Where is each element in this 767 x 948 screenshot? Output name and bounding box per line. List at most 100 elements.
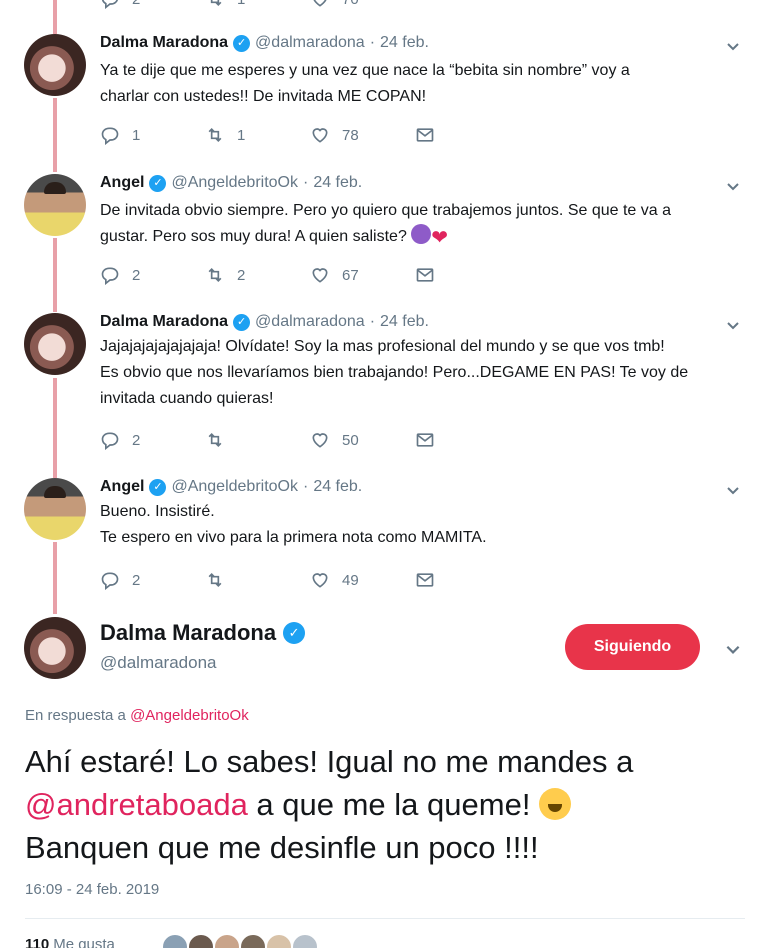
- reply-count: 2: [132, 0, 140, 8]
- dm-action[interactable]: [415, 570, 520, 590]
- retweet-action[interactable]: 2: [205, 265, 310, 285]
- author-handle[interactable]: @AngeldebritoOk: [171, 174, 298, 192]
- likes-count: 110: [25, 936, 50, 948]
- reply-count: 2: [132, 431, 141, 449]
- retweet-action[interactable]: [205, 430, 310, 450]
- dm-action[interactable]: [415, 430, 520, 450]
- dm-action[interactable]: [415, 125, 520, 145]
- chevron-down-icon[interactable]: [725, 178, 741, 194]
- main-tweet-text: Ahí estaré! Lo sabes! Igual no me mandes…: [25, 740, 745, 869]
- likes-summary[interactable]: 110 Me gusta: [25, 936, 115, 948]
- like-count: 70: [342, 0, 359, 8]
- retweet-action[interactable]: [205, 570, 310, 590]
- author-handle[interactable]: @dalmaradona: [255, 34, 365, 52]
- reply-icon: [101, 432, 119, 450]
- reply-count: 2: [132, 266, 141, 284]
- tweet-text: De invitada obvio siempre. Pero yo quier…: [100, 198, 750, 250]
- following-button[interactable]: Siguiendo: [565, 624, 700, 670]
- like-action[interactable]: 67: [310, 265, 415, 285]
- reply-action[interactable]: 2: [100, 265, 205, 285]
- tweet-header: Angel ✓ @AngeldebritoOk · 24 feb.: [100, 174, 362, 192]
- prev-tweet-actions: 2 1 70: [100, 0, 415, 10]
- avatar[interactable]: [187, 933, 215, 948]
- avatar[interactable]: [265, 933, 293, 948]
- reply-action[interactable]: 2: [100, 430, 205, 450]
- avatar[interactable]: [24, 34, 86, 96]
- reply-icon: [101, 572, 119, 590]
- main-text-line: @andretaboada a que me la queme!: [25, 783, 745, 826]
- like-action[interactable]: 70: [310, 0, 415, 9]
- reply-prefix: En respuesta a: [25, 707, 126, 724]
- like-action[interactable]: 50: [310, 430, 415, 450]
- chevron-down-icon[interactable]: [725, 482, 741, 498]
- author-name[interactable]: Dalma Maradona: [100, 620, 276, 646]
- reply-action[interactable]: 2: [100, 570, 205, 590]
- avatar[interactable]: [24, 478, 86, 540]
- verified-icon: ✓: [233, 313, 251, 331]
- like-action[interactable]: 49: [310, 570, 415, 590]
- tweet[interactable]: Angel ✓ @AngeldebritoOk · 24 feb. De inv…: [0, 174, 767, 294]
- main-author: Dalma Maradona ✓: [100, 620, 310, 646]
- avatar[interactable]: [24, 313, 86, 375]
- tweet-text: Bueno. Insistiré. Te espero en vivo para…: [100, 499, 750, 551]
- author-handle[interactable]: @dalmaradona: [255, 313, 365, 331]
- reply-action[interactable]: 2: [100, 0, 205, 9]
- chevron-down-icon[interactable]: [724, 640, 742, 658]
- verified-icon: ✓: [149, 478, 167, 496]
- heart-icon: [312, 268, 328, 283]
- tweet-timestamp[interactable]: 16:09 - 24 feb. 2019: [25, 881, 159, 898]
- like-count: 78: [342, 126, 359, 144]
- devil-emoji-icon: [411, 224, 432, 244]
- envelope-icon: [416, 433, 434, 447]
- chevron-down-icon[interactable]: [725, 38, 741, 54]
- author-name[interactable]: Dalma Maradona: [100, 34, 228, 52]
- author-handle[interactable]: @AngeldebritoOk: [171, 478, 298, 496]
- chevron-down-icon[interactable]: [725, 317, 741, 333]
- divider: [25, 918, 745, 919]
- tweet-text-line: Bueno. Insistiré.: [100, 503, 215, 520]
- retweet-icon: [208, 432, 222, 448]
- author-name[interactable]: Angel: [100, 174, 144, 192]
- dm-action[interactable]: [415, 265, 520, 285]
- separator: ·: [369, 34, 376, 51]
- avatar[interactable]: [24, 617, 86, 679]
- reply-count: 2: [132, 571, 141, 589]
- avatar[interactable]: [24, 174, 86, 236]
- retweet-action[interactable]: 1: [205, 125, 310, 145]
- reply-icon: [101, 267, 119, 285]
- heart-icon: [312, 128, 328, 143]
- avatar[interactable]: [291, 933, 319, 948]
- avatar[interactable]: [213, 933, 241, 948]
- avatar[interactable]: [239, 933, 267, 948]
- mention-link[interactable]: @andretaboada: [25, 787, 248, 822]
- retweet-icon: [208, 572, 222, 588]
- tweet-date[interactable]: 24 feb.: [313, 174, 362, 192]
- liker-avatars: [161, 933, 319, 948]
- main-text-line: Ahí estaré! Lo sabes! Igual no me mandes…: [25, 744, 634, 779]
- tweet-header: Dalma Maradona ✓ @dalmaradona · 24 feb.: [100, 34, 429, 52]
- author-name[interactable]: Angel: [100, 478, 144, 496]
- tweet-date[interactable]: 24 feb.: [380, 313, 429, 331]
- tweet-text-line: De invitada obvio siempre. Pero yo quier…: [100, 202, 671, 219]
- retweet-count: 1: [237, 0, 245, 8]
- tweet-text-line: gustar. Pero sos muy dura! A quien salis…: [100, 224, 750, 250]
- tweet[interactable]: Dalma Maradona ✓ @dalmaradona · 24 feb. …: [0, 34, 767, 154]
- tweet[interactable]: Angel ✓ @AngeldebritoOk · 24 feb. Bueno.…: [0, 478, 767, 598]
- tweet-date[interactable]: 24 feb.: [380, 34, 429, 52]
- tweet-actions: 2 49: [100, 569, 520, 591]
- tweet[interactable]: Dalma Maradona ✓ @dalmaradona · 24 feb. …: [0, 313, 767, 463]
- author-handle[interactable]: @dalmaradona: [100, 653, 217, 673]
- like-count: 49: [342, 571, 359, 589]
- tweet-text-line: invitada cuando quieras!: [100, 390, 274, 407]
- like-count: 67: [342, 266, 359, 284]
- avatar[interactable]: [161, 933, 189, 948]
- reply-action[interactable]: 1: [100, 125, 205, 145]
- tweet-date[interactable]: 24 feb.: [313, 478, 362, 496]
- like-action[interactable]: 78: [310, 125, 415, 145]
- tweet-header: Dalma Maradona ✓ @dalmaradona · 24 feb.: [100, 313, 429, 331]
- retweet-action[interactable]: 1: [205, 0, 310, 9]
- author-name[interactable]: Dalma Maradona: [100, 313, 228, 331]
- like-count: 50: [342, 431, 359, 449]
- tweet-text-line: Jajajajajajajajaja! Olvídate! Soy la mas…: [100, 338, 665, 355]
- reply-to-link[interactable]: @AngeldebritoOk: [130, 707, 249, 724]
